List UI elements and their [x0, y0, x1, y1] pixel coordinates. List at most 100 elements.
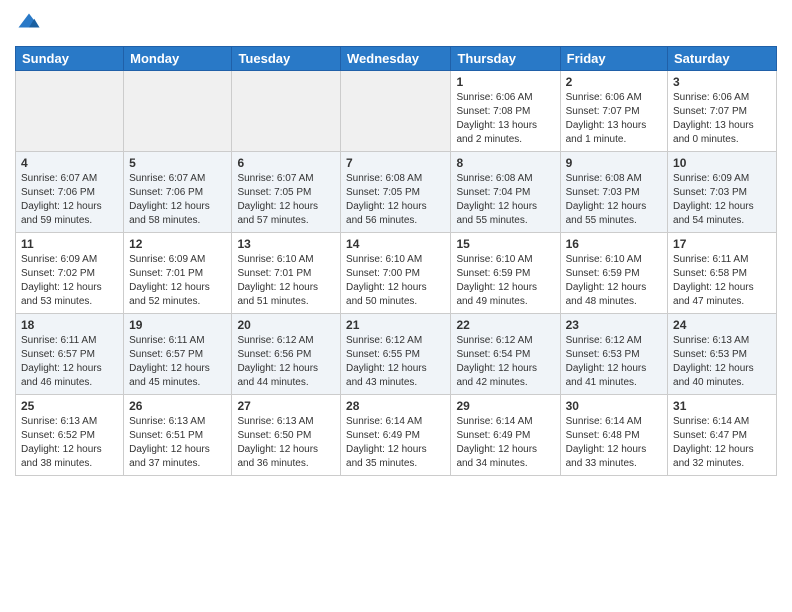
calendar-cell: 9 Sunrise: 6:08 AM Sunset: 7:03 PM Daylig…	[560, 152, 667, 233]
calendar-cell: 28 Sunrise: 6:14 AM Sunset: 6:49 PM Dayli…	[341, 395, 451, 476]
calendar-cell: 19Sunrise: 6:11 AM Sunset: 6:57 PM Dayli…	[124, 314, 232, 395]
day-number: 31	[673, 399, 771, 413]
day-info: Sunrise: 6:08 AM Sunset: 7:03 PM Dayligh…	[566, 172, 662, 228]
week-row-5: 25Sunrise: 6:13 AM Sunset: 6:52 PM Dayli…	[16, 395, 777, 476]
calendar-cell: 17 Sunrise: 6:11 AM Sunset: 6:58 PM Dayli…	[668, 233, 777, 314]
day-number: 14	[346, 237, 445, 251]
week-row-4: 18Sunrise: 6:11 AM Sunset: 6:57 PM Dayli…	[16, 314, 777, 395]
header	[15, 10, 777, 38]
calendar-body: 1Sunrise: 6:06 AM Sunset: 7:08 PM Daylig…	[16, 71, 777, 476]
calendar-cell: 27Sunrise: 6:13 AM Sunset: 6:50 PM Dayli…	[232, 395, 341, 476]
day-info: Sunrise: 6:06 AM Sunset: 7:07 PM Dayligh…	[673, 91, 771, 147]
day-number: 19	[129, 318, 226, 332]
day-number: 10	[673, 156, 771, 170]
week-row-3: 11 Sunrise: 6:09 AM Sunset: 7:02 PM Dayli…	[16, 233, 777, 314]
day-number: 27	[237, 399, 335, 413]
weekday-header-friday: Friday	[560, 47, 667, 71]
day-info: Sunrise: 6:14 AM Sunset: 6:47 PM Dayligh…	[673, 415, 771, 471]
calendar-cell	[124, 71, 232, 152]
day-info: Sunrise: 6:12 AM Sunset: 6:55 PM Dayligh…	[346, 334, 445, 390]
day-number: 26	[129, 399, 226, 413]
calendar-cell: 14Sunrise: 6:10 AM Sunset: 7:00 PM Dayli…	[341, 233, 451, 314]
day-info: Sunrise: 6:10 AM Sunset: 6:59 PM Dayligh…	[566, 253, 662, 309]
day-number: 15	[456, 237, 554, 251]
day-info: Sunrise: 6:09 AM Sunset: 7:02 PM Dayligh…	[21, 253, 118, 309]
day-info: Sunrise: 6:13 AM Sunset: 6:53 PM Dayligh…	[673, 334, 771, 390]
day-info: Sunrise: 6:11 AM Sunset: 6:57 PM Dayligh…	[21, 334, 118, 390]
calendar-cell: 4 Sunrise: 6:07 AM Sunset: 7:06 PM Daylig…	[16, 152, 124, 233]
day-info: Sunrise: 6:07 AM Sunset: 7:06 PM Dayligh…	[21, 172, 118, 228]
calendar-cell: 22 Sunrise: 6:12 AM Sunset: 6:54 PM Dayli…	[451, 314, 560, 395]
day-number: 11	[21, 237, 118, 251]
calendar-cell: 24Sunrise: 6:13 AM Sunset: 6:53 PM Dayli…	[668, 314, 777, 395]
day-number: 4	[21, 156, 118, 170]
day-number: 1	[456, 75, 554, 89]
page: SundayMondayTuesdayWednesdayThursdayFrid…	[0, 0, 792, 491]
day-number: 21	[346, 318, 445, 332]
day-number: 2	[566, 75, 662, 89]
weekday-header-sunday: Sunday	[16, 47, 124, 71]
day-number: 3	[673, 75, 771, 89]
calendar-cell	[16, 71, 124, 152]
day-info: Sunrise: 6:13 AM Sunset: 6:51 PM Dayligh…	[129, 415, 226, 471]
weekday-header-monday: Monday	[124, 47, 232, 71]
day-number: 9	[566, 156, 662, 170]
calendar-cell: 10 Sunrise: 6:09 AM Sunset: 7:03 PM Dayli…	[668, 152, 777, 233]
day-info: Sunrise: 6:10 AM Sunset: 6:59 PM Dayligh…	[456, 253, 554, 309]
day-info: Sunrise: 6:09 AM Sunset: 7:03 PM Dayligh…	[673, 172, 771, 228]
day-info: Sunrise: 6:10 AM Sunset: 7:01 PM Dayligh…	[237, 253, 335, 309]
calendar-cell: 2Sunrise: 6:06 AM Sunset: 7:07 PM Daylig…	[560, 71, 667, 152]
day-number: 23	[566, 318, 662, 332]
calendar-cell: 5Sunrise: 6:07 AM Sunset: 7:06 PM Daylig…	[124, 152, 232, 233]
calendar-cell: 3 Sunrise: 6:06 AM Sunset: 7:07 PM Daylig…	[668, 71, 777, 152]
calendar-cell: 6Sunrise: 6:07 AM Sunset: 7:05 PM Daylig…	[232, 152, 341, 233]
weekday-header-thursday: Thursday	[451, 47, 560, 71]
weekday-header-wednesday: Wednesday	[341, 47, 451, 71]
day-info: Sunrise: 6:12 AM Sunset: 6:56 PM Dayligh…	[237, 334, 335, 390]
calendar-cell	[232, 71, 341, 152]
calendar-cell: 12 Sunrise: 6:09 AM Sunset: 7:01 PM Dayli…	[124, 233, 232, 314]
day-info: Sunrise: 6:12 AM Sunset: 6:54 PM Dayligh…	[456, 334, 554, 390]
calendar-cell: 8 Sunrise: 6:08 AM Sunset: 7:04 PM Daylig…	[451, 152, 560, 233]
day-info: Sunrise: 6:08 AM Sunset: 7:05 PM Dayligh…	[346, 172, 445, 228]
calendar-cell: 21 Sunrise: 6:12 AM Sunset: 6:55 PM Dayli…	[341, 314, 451, 395]
calendar-cell: 31 Sunrise: 6:14 AM Sunset: 6:47 PM Dayli…	[668, 395, 777, 476]
weekday-row: SundayMondayTuesdayWednesdayThursdayFrid…	[16, 47, 777, 71]
day-info: Sunrise: 6:08 AM Sunset: 7:04 PM Dayligh…	[456, 172, 554, 228]
day-info: Sunrise: 6:12 AM Sunset: 6:53 PM Dayligh…	[566, 334, 662, 390]
calendar-cell: 18Sunrise: 6:11 AM Sunset: 6:57 PM Dayli…	[16, 314, 124, 395]
calendar-cell: 29 Sunrise: 6:14 AM Sunset: 6:49 PM Dayli…	[451, 395, 560, 476]
logo-icon	[15, 10, 43, 38]
day-number: 20	[237, 318, 335, 332]
day-info: Sunrise: 6:09 AM Sunset: 7:01 PM Dayligh…	[129, 253, 226, 309]
day-info: Sunrise: 6:11 AM Sunset: 6:58 PM Dayligh…	[673, 253, 771, 309]
calendar-cell: 23 Sunrise: 6:12 AM Sunset: 6:53 PM Dayli…	[560, 314, 667, 395]
calendar-header: SundayMondayTuesdayWednesdayThursdayFrid…	[16, 47, 777, 71]
day-number: 29	[456, 399, 554, 413]
calendar-cell: 30 Sunrise: 6:14 AM Sunset: 6:48 PM Dayli…	[560, 395, 667, 476]
day-info: Sunrise: 6:14 AM Sunset: 6:49 PM Dayligh…	[346, 415, 445, 471]
week-row-1: 1Sunrise: 6:06 AM Sunset: 7:08 PM Daylig…	[16, 71, 777, 152]
day-number: 28	[346, 399, 445, 413]
day-number: 17	[673, 237, 771, 251]
day-info: Sunrise: 6:14 AM Sunset: 6:48 PM Dayligh…	[566, 415, 662, 471]
day-number: 12	[129, 237, 226, 251]
day-number: 7	[346, 156, 445, 170]
day-info: Sunrise: 6:14 AM Sunset: 6:49 PM Dayligh…	[456, 415, 554, 471]
week-row-2: 4 Sunrise: 6:07 AM Sunset: 7:06 PM Daylig…	[16, 152, 777, 233]
calendar-cell: 7 Sunrise: 6:08 AM Sunset: 7:05 PM Daylig…	[341, 152, 451, 233]
day-number: 6	[237, 156, 335, 170]
calendar-cell: 25Sunrise: 6:13 AM Sunset: 6:52 PM Dayli…	[16, 395, 124, 476]
day-number: 5	[129, 156, 226, 170]
logo	[15, 10, 47, 38]
day-number: 22	[456, 318, 554, 332]
calendar-cell: 26 Sunrise: 6:13 AM Sunset: 6:51 PM Dayli…	[124, 395, 232, 476]
day-info: Sunrise: 6:13 AM Sunset: 6:52 PM Dayligh…	[21, 415, 118, 471]
calendar-cell: 1Sunrise: 6:06 AM Sunset: 7:08 PM Daylig…	[451, 71, 560, 152]
calendar-table: SundayMondayTuesdayWednesdayThursdayFrid…	[15, 46, 777, 476]
day-number: 30	[566, 399, 662, 413]
day-number: 8	[456, 156, 554, 170]
day-number: 16	[566, 237, 662, 251]
calendar-cell	[341, 71, 451, 152]
day-number: 13	[237, 237, 335, 251]
